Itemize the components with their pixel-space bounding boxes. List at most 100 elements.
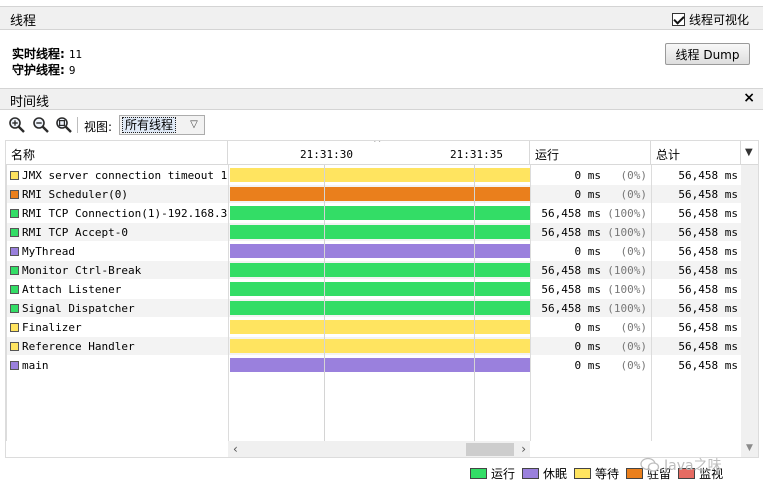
thread-state-bar (230, 301, 530, 315)
column-divider (651, 165, 652, 441)
table-row[interactable]: Attach Listener 56,458 ms (100%) 56,458 ms (6, 280, 741, 299)
legend-label: 休眠 (543, 466, 568, 481)
table-row[interactable]: RMI Scheduler(0) 0 ms (0%) 56,458 ms (6, 185, 741, 204)
thread-total-cell: 56,458 ms (651, 299, 741, 318)
scroll-right-icon[interactable]: › (521, 442, 526, 456)
table-row[interactable]: MyThread 0 ms (0%) 56,458 ms (6, 242, 741, 261)
column-header-running[interactable]: 运行 (530, 141, 651, 165)
thread-name-cell: RMI Scheduler(0) (6, 185, 228, 204)
thread-state-bar (230, 339, 530, 353)
view-select[interactable]: 所有线程 ▽ (119, 115, 205, 135)
thread-running-cell: 56,458 ms (100%) (530, 261, 651, 280)
table-row[interactable]: Monitor Ctrl-Break 56,458 ms (100%) 56,458 … (6, 261, 741, 280)
thread-running-pct: (0%) (620, 340, 648, 353)
thread-total-cell: 56,458 ms (651, 223, 741, 242)
vertical-scrollbar[interactable]: ▼ (741, 165, 758, 457)
thread-total-cell: 56,458 ms (651, 318, 741, 337)
watermark: Java之味 (640, 455, 722, 475)
thread-timeline-cell (228, 318, 530, 337)
zoom-in-icon[interactable] (8, 116, 26, 134)
timeline-tick-label: 21:31:35 (450, 148, 503, 161)
thread-state-swatch (10, 304, 19, 313)
table-row[interactable]: main 0 ms (0%) 56,458 ms (6, 356, 741, 375)
table-row[interactable]: RMI TCP Accept-0 56,458 ms (100%) 56,458 ms (6, 223, 741, 242)
timeline-gridline (474, 165, 475, 441)
thread-total-cell: 56,458 ms (651, 280, 741, 299)
thread-running-cell: 0 ms (0%) (530, 242, 651, 261)
thread-name: MyThread (22, 245, 75, 258)
legend-item-waiting: 等待 (574, 465, 619, 482)
thread-name: Monitor Ctrl-Break (22, 264, 142, 277)
thread-timeline-cell (228, 299, 530, 318)
thread-timeline-cell (228, 356, 530, 375)
thread-timeline-cell (228, 261, 530, 280)
thread-name-cell: JMX server connection timeout 16 (6, 166, 228, 185)
thread-timeline-cell (228, 204, 530, 223)
thread-name: main (22, 359, 49, 372)
thread-running-ms: 0 ms (574, 340, 602, 353)
thread-running-cell: 56,458 ms (100%) (530, 204, 651, 223)
thread-rows: JMX server connection timeout 16 0 ms (0%)… (6, 166, 741, 375)
table-row[interactable]: Reference Handler 0 ms (0%) 56,458 ms (6, 337, 741, 356)
thread-running-cell: 0 ms (0%) (530, 166, 651, 185)
check-icon[interactable] (671, 13, 685, 26)
column-divider (6, 165, 7, 441)
thread-state-swatch (10, 171, 19, 180)
thread-timeline-cell (228, 280, 530, 299)
daemon-threads-value: 9 (68, 64, 76, 77)
column-header-name[interactable]: 名称 (6, 141, 228, 165)
thread-state-bar (230, 263, 530, 277)
timeline-panel-header: 时间线 × (0, 88, 763, 110)
thread-running-cell: 0 ms (0%) (530, 185, 651, 204)
thread-total-cell: 56,458 ms (651, 356, 741, 375)
legend-label: 运行 (491, 466, 516, 481)
table-row[interactable]: JMX server connection timeout 16 0 ms (0%)… (6, 166, 741, 185)
threads-visualization-checkbox[interactable]: 线程可视化 (671, 11, 749, 28)
scrollbar-thumb[interactable] (466, 443, 514, 456)
thread-state-bar (230, 358, 530, 372)
thread-running-cell: 0 ms (0%) (530, 318, 651, 337)
thread-name: Attach Listener (22, 283, 122, 296)
thread-name: Finalizer (22, 321, 82, 334)
scroll-left-icon[interactable]: ‹ (233, 442, 238, 456)
zoom-out-icon[interactable] (32, 116, 50, 134)
thread-timeline-cell (228, 242, 530, 261)
column-header-total[interactable]: 总计 (651, 141, 741, 165)
timeline-horizontal-scrollbar[interactable]: ‹ › (228, 441, 530, 457)
scroll-down-icon[interactable]: ▼ (746, 443, 753, 453)
thread-total-cell: 56,458 ms (651, 242, 741, 261)
thread-running-ms: 56,458 ms (541, 226, 601, 239)
timeline-tick-label: 21:31:30 (300, 148, 353, 161)
legend-label: 等待 (595, 466, 620, 481)
chevron-down-icon[interactable]: ▽ (187, 119, 201, 131)
column-divider (530, 165, 531, 441)
column-menu-button[interactable]: ▼ (741, 141, 758, 165)
watermark-text: Java之味 (664, 458, 722, 474)
threads-timeline-table: 名称 ^ 21:31:30 21:31:35 运行 总计 ▼ JMX serve… (5, 140, 759, 458)
thread-name: RMI TCP Connection(1)-192.168.3.112 (22, 207, 228, 220)
column-divider (228, 165, 229, 441)
thread-name: RMI TCP Accept-0 (22, 226, 128, 239)
column-header-timeline[interactable]: ^ 21:31:30 21:31:35 (228, 141, 530, 165)
table-row[interactable]: Finalizer 0 ms (0%) 56,458 ms (6, 318, 741, 337)
thread-name-cell: RMI TCP Connection(1)-192.168.3.112 (6, 204, 228, 223)
thread-timeline-cell (228, 166, 530, 185)
thread-running-ms: 0 ms (574, 188, 602, 201)
zoom-fit-icon[interactable] (55, 116, 73, 134)
close-icon[interactable]: × (743, 90, 755, 106)
thread-running-ms: 0 ms (574, 169, 602, 182)
caret-down-icon: ▼ (745, 147, 753, 158)
thread-state-swatch (10, 361, 19, 370)
table-row[interactable]: Signal Dispatcher 56,458 ms (100%) 56,458 m… (6, 299, 741, 318)
thread-running-cell: 56,458 ms (100%) (530, 280, 651, 299)
thread-state-bar (230, 187, 530, 201)
thread-name: RMI Scheduler(0) (22, 188, 128, 201)
thread-total-cell: 56,458 ms (651, 337, 741, 356)
thread-state-swatch (10, 342, 19, 351)
thread-dump-button[interactable]: 线程 Dump (665, 43, 750, 65)
thread-state-swatch (10, 285, 19, 294)
thread-running-pct: (0%) (620, 245, 648, 258)
wechat-icon (640, 457, 660, 472)
table-row[interactable]: RMI TCP Connection(1)-192.168.3.112 56,45… (6, 204, 741, 223)
thread-state-swatch (10, 190, 19, 199)
